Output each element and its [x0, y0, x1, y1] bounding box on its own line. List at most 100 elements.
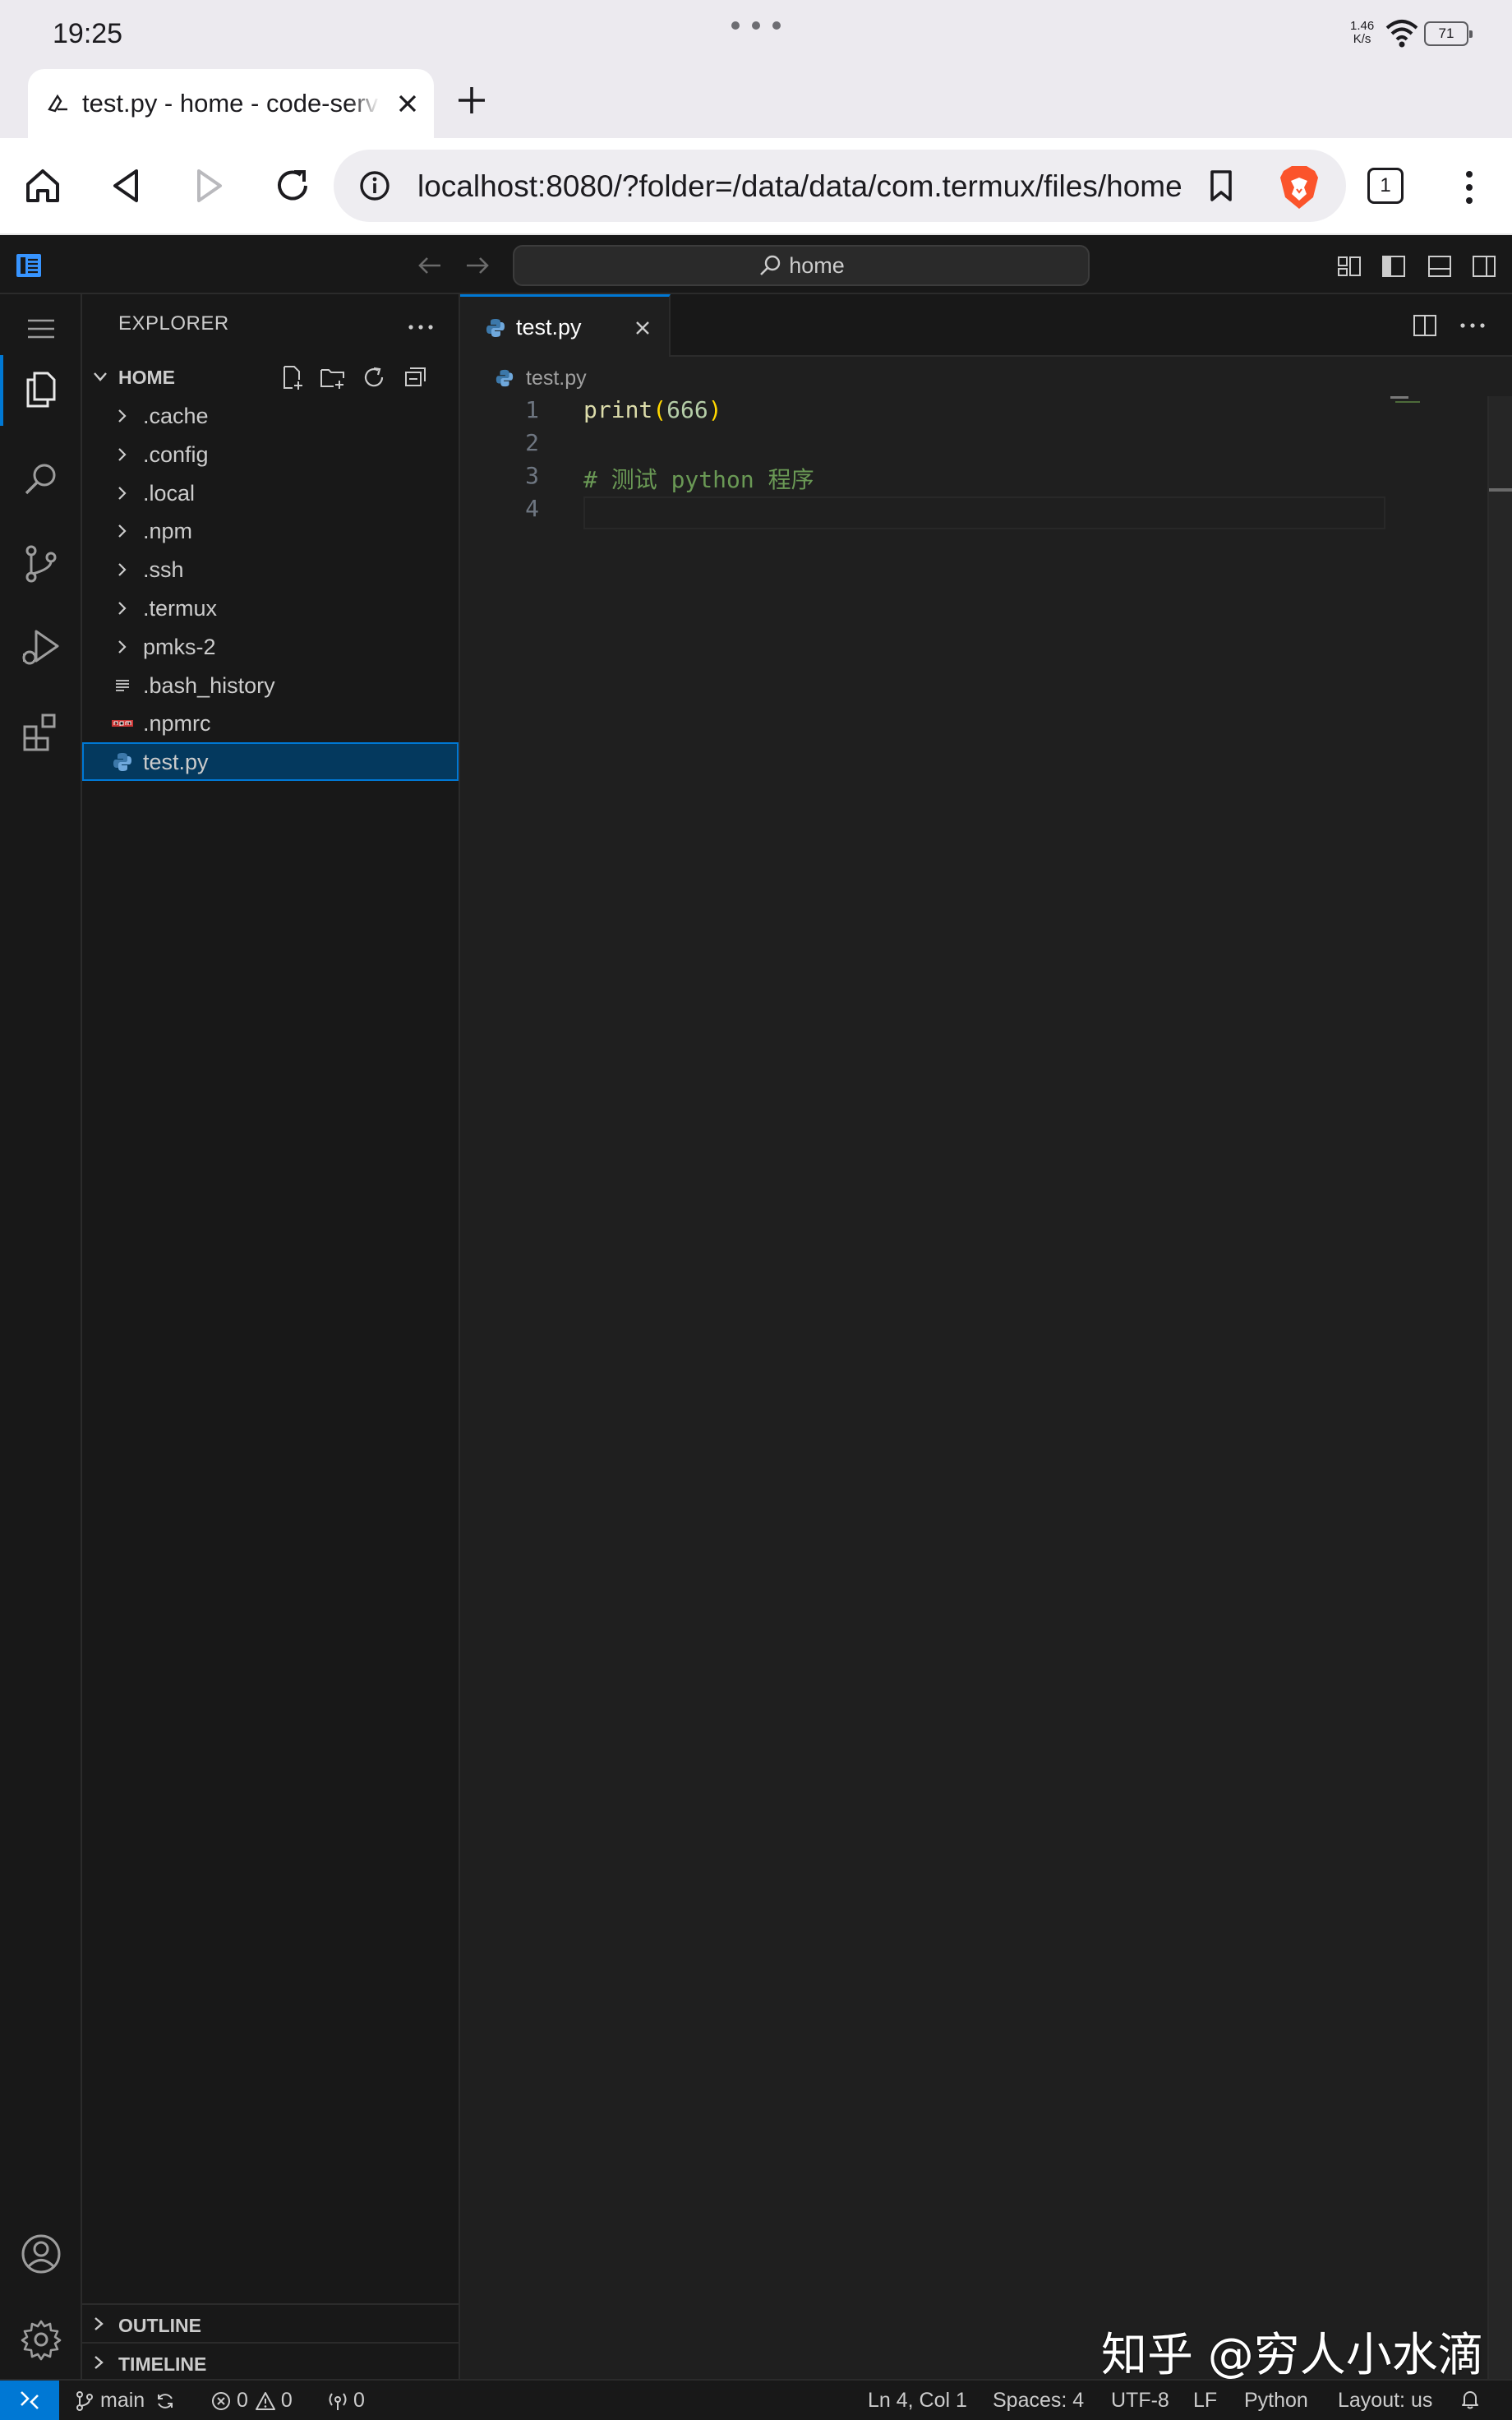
language-mode[interactable]: Python: [1244, 2389, 1308, 2413]
close-tab-icon[interactable]: [393, 89, 422, 118]
url-bar[interactable]: localhost:8080/?folder=/data/data/com.te…: [334, 150, 1346, 222]
editor-scrollbar[interactable]: [1487, 396, 1512, 2379]
collapse-all-icon[interactable]: [401, 363, 429, 391]
sidebar-title: EXPLORER: [118, 312, 229, 335]
back-icon[interactable]: [102, 161, 151, 210]
tree-item-dot-termux[interactable]: .termux: [82, 589, 459, 627]
cursor-position[interactable]: Ln 4, Col 1: [868, 2389, 967, 2413]
chevron-right-icon: [94, 2317, 104, 2330]
sync-icon[interactable]: [154, 2390, 176, 2412]
token-number: 666: [666, 396, 708, 423]
device-status-bar: 19:25 1.46 K/s 71: [0, 0, 1512, 69]
line-number: 4: [525, 495, 539, 522]
new-file-icon[interactable]: [278, 363, 306, 391]
new-tab-icon[interactable]: [454, 82, 490, 118]
outline-label: OUTLINE: [118, 2315, 201, 2336]
explorer-files-icon[interactable]: [16, 365, 66, 414]
tree-item-dot-local[interactable]: .local: [82, 473, 459, 512]
tree-item-dot-ssh[interactable]: .ssh: [82, 550, 459, 589]
ports-count: 0: [353, 2389, 365, 2412]
chevron-right-icon: [118, 602, 127, 615]
keyboard-layout[interactable]: Layout: us: [1338, 2389, 1432, 2413]
browser-menu-icon[interactable]: [1453, 168, 1486, 207]
go-forward-icon[interactable]: [462, 253, 491, 278]
toggle-secondary-sidebar-icon[interactable]: [1471, 253, 1497, 279]
bookmark-icon[interactable]: [1203, 168, 1239, 204]
source-control-icon[interactable]: [16, 539, 66, 589]
token-bracket: (: [652, 396, 667, 423]
line-number: 3: [525, 462, 539, 489]
problems-indicator[interactable]: 0 0: [210, 2389, 293, 2413]
python-file-icon: [113, 753, 131, 772]
customize-layout-icon[interactable]: [1336, 253, 1362, 279]
ports-indicator[interactable]: 0: [327, 2389, 365, 2413]
chevron-right-icon: [94, 2356, 104, 2369]
tree-item-label: .config: [143, 441, 209, 467]
tree-item-dot-cache[interactable]: .cache: [82, 396, 459, 435]
split-editor-icon[interactable]: [1412, 312, 1438, 339]
tree-item-dot-config[interactable]: .config: [82, 435, 459, 473]
chevron-right-icon: [118, 524, 127, 538]
editor-tab-test-py[interactable]: test.py: [460, 294, 671, 357]
toggle-panel-icon[interactable]: [1427, 253, 1453, 279]
go-back-icon[interactable]: [416, 253, 445, 278]
tree-item-dot-npmrc[interactable]: .npmrc: [82, 704, 459, 742]
tree-item-label: pmks-2: [143, 634, 216, 659]
manage-gear-icon[interactable]: [16, 2315, 66, 2364]
explorer-sidebar: EXPLORER HOME .cache .config .local .npm .ss…: [82, 294, 460, 2379]
hamburger-menu-icon[interactable]: [16, 304, 66, 353]
breadcrumb[interactable]: test.py: [495, 362, 587, 395]
tree-item-test-py[interactable]: test.py: [82, 742, 459, 782]
browser-tab-strip: test.py - home - code-server: [0, 69, 1512, 138]
search-icon[interactable]: [16, 455, 66, 505]
run-and-debug-icon[interactable]: [16, 623, 66, 672]
remote-icon: [21, 2391, 39, 2409]
more-actions-icon[interactable]: [1458, 312, 1487, 339]
toggle-primary-sidebar-icon[interactable]: [1381, 253, 1407, 279]
wifi-icon: [1385, 20, 1418, 48]
site-info-icon[interactable]: [358, 169, 391, 202]
reload-icon[interactable]: [268, 161, 317, 210]
chevron-right-icon: [118, 448, 127, 461]
notifications-bell-icon[interactable]: [1459, 2389, 1486, 2410]
timeline-section-header[interactable]: TIMELINE: [82, 2342, 459, 2381]
refresh-icon[interactable]: [360, 363, 388, 391]
tree-item-label: .npm: [143, 519, 193, 544]
vscode-menu-logo-icon[interactable]: [15, 252, 43, 279]
code-line-1[interactable]: print(666): [583, 396, 722, 423]
npm-file-icon: [112, 720, 133, 727]
end-of-line[interactable]: LF: [1193, 2389, 1217, 2413]
tree-item-label: .bash_history: [143, 672, 275, 698]
tab-switcher-button[interactable]: 1: [1367, 168, 1404, 204]
more-actions-icon[interactable]: [404, 311, 437, 344]
command-center-search[interactable]: home: [513, 245, 1090, 286]
tree-item-pmks-2[interactable]: pmks-2: [82, 627, 459, 666]
tree-item-dot-npm[interactable]: .npm: [82, 511, 459, 550]
home-icon[interactable]: [18, 161, 67, 210]
token-function: print: [583, 396, 653, 423]
forward-icon[interactable]: [184, 161, 233, 210]
tree-item-dot-bash-history[interactable]: .bash_history: [82, 666, 459, 704]
tree-item-label: .local: [143, 480, 196, 506]
browser-tab[interactable]: test.py - home - code-server: [28, 69, 434, 138]
code-line-3[interactable]: # 测试 python 程序: [583, 462, 814, 495]
close-icon[interactable]: [631, 316, 654, 339]
error-count: 0: [237, 2389, 248, 2412]
outline-section-header[interactable]: OUTLINE: [82, 2303, 459, 2342]
workspace-folder-header[interactable]: HOME: [82, 357, 459, 396]
remote-indicator[interactable]: [0, 2381, 59, 2420]
warning-icon: [255, 2391, 275, 2410]
extensions-icon[interactable]: [16, 707, 66, 756]
url-text[interactable]: localhost:8080/?folder=/data/data/com.te…: [417, 169, 1182, 204]
current-line-highlight: [583, 496, 1385, 529]
new-folder-icon[interactable]: [319, 363, 347, 391]
chevron-right-icon: [118, 640, 127, 653]
branch-indicator[interactable]: main: [74, 2389, 181, 2413]
accounts-icon[interactable]: [16, 2229, 66, 2279]
brave-shield-icon[interactable]: [1277, 164, 1321, 210]
encoding[interactable]: UTF-8: [1111, 2389, 1169, 2413]
indentation[interactable]: Spaces: 4: [993, 2389, 1084, 2413]
line-number: 2: [525, 429, 539, 456]
editor-tab-bar: test.py: [460, 294, 1512, 357]
breadcrumb-file: test.py: [526, 366, 587, 390]
